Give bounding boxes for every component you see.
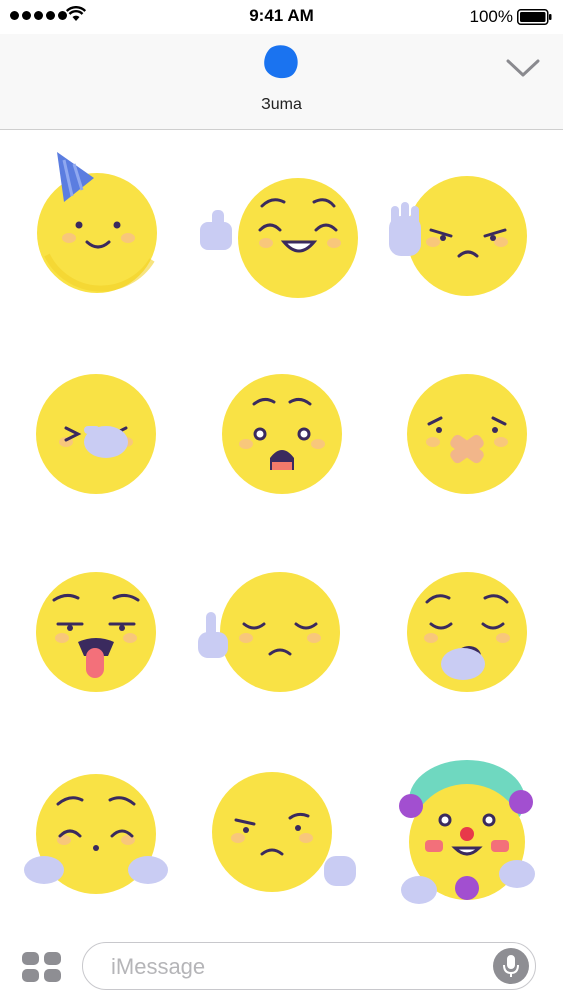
battery-percent: 100% — [469, 7, 513, 26]
microphone-icon[interactable] — [493, 948, 529, 984]
bandaged-mouth-sticker[interactable] — [375, 330, 563, 530]
app-header: Зuma — [0, 34, 563, 130]
message-composer — [0, 930, 563, 1000]
clown-sticker[interactable] — [375, 730, 563, 930]
hand-over-mouth-sticker[interactable] — [2, 330, 190, 530]
imessage-field[interactable] — [82, 942, 536, 990]
battery-icon — [517, 9, 552, 25]
party-hat-smile-sticker[interactable] — [2, 130, 190, 330]
status-bar: 9:41 AM 100% — [0, 0, 563, 34]
sticker-grid — [0, 130, 563, 930]
chevron-down-icon[interactable] — [505, 54, 541, 80]
raised-hand-annoyed-sticker[interactable] — [375, 130, 563, 330]
tongue-out-sticker[interactable] — [2, 530, 190, 730]
finger-pointing-sad-sticker[interactable] — [188, 530, 376, 730]
thumbs-up-grin-sticker[interactable] — [188, 130, 376, 330]
skeptical-hand-sticker[interactable] — [188, 730, 376, 930]
shocked-face-sticker[interactable] — [188, 330, 376, 530]
two-hands-whistle-sticker[interactable] — [2, 730, 190, 930]
blue-blob-icon[interactable] — [262, 42, 300, 80]
message-input[interactable] — [109, 951, 473, 983]
app-drawer-icon[interactable] — [20, 950, 64, 984]
app-name: Зuma — [261, 96, 302, 113]
yawning-sticker[interactable] — [375, 530, 563, 730]
